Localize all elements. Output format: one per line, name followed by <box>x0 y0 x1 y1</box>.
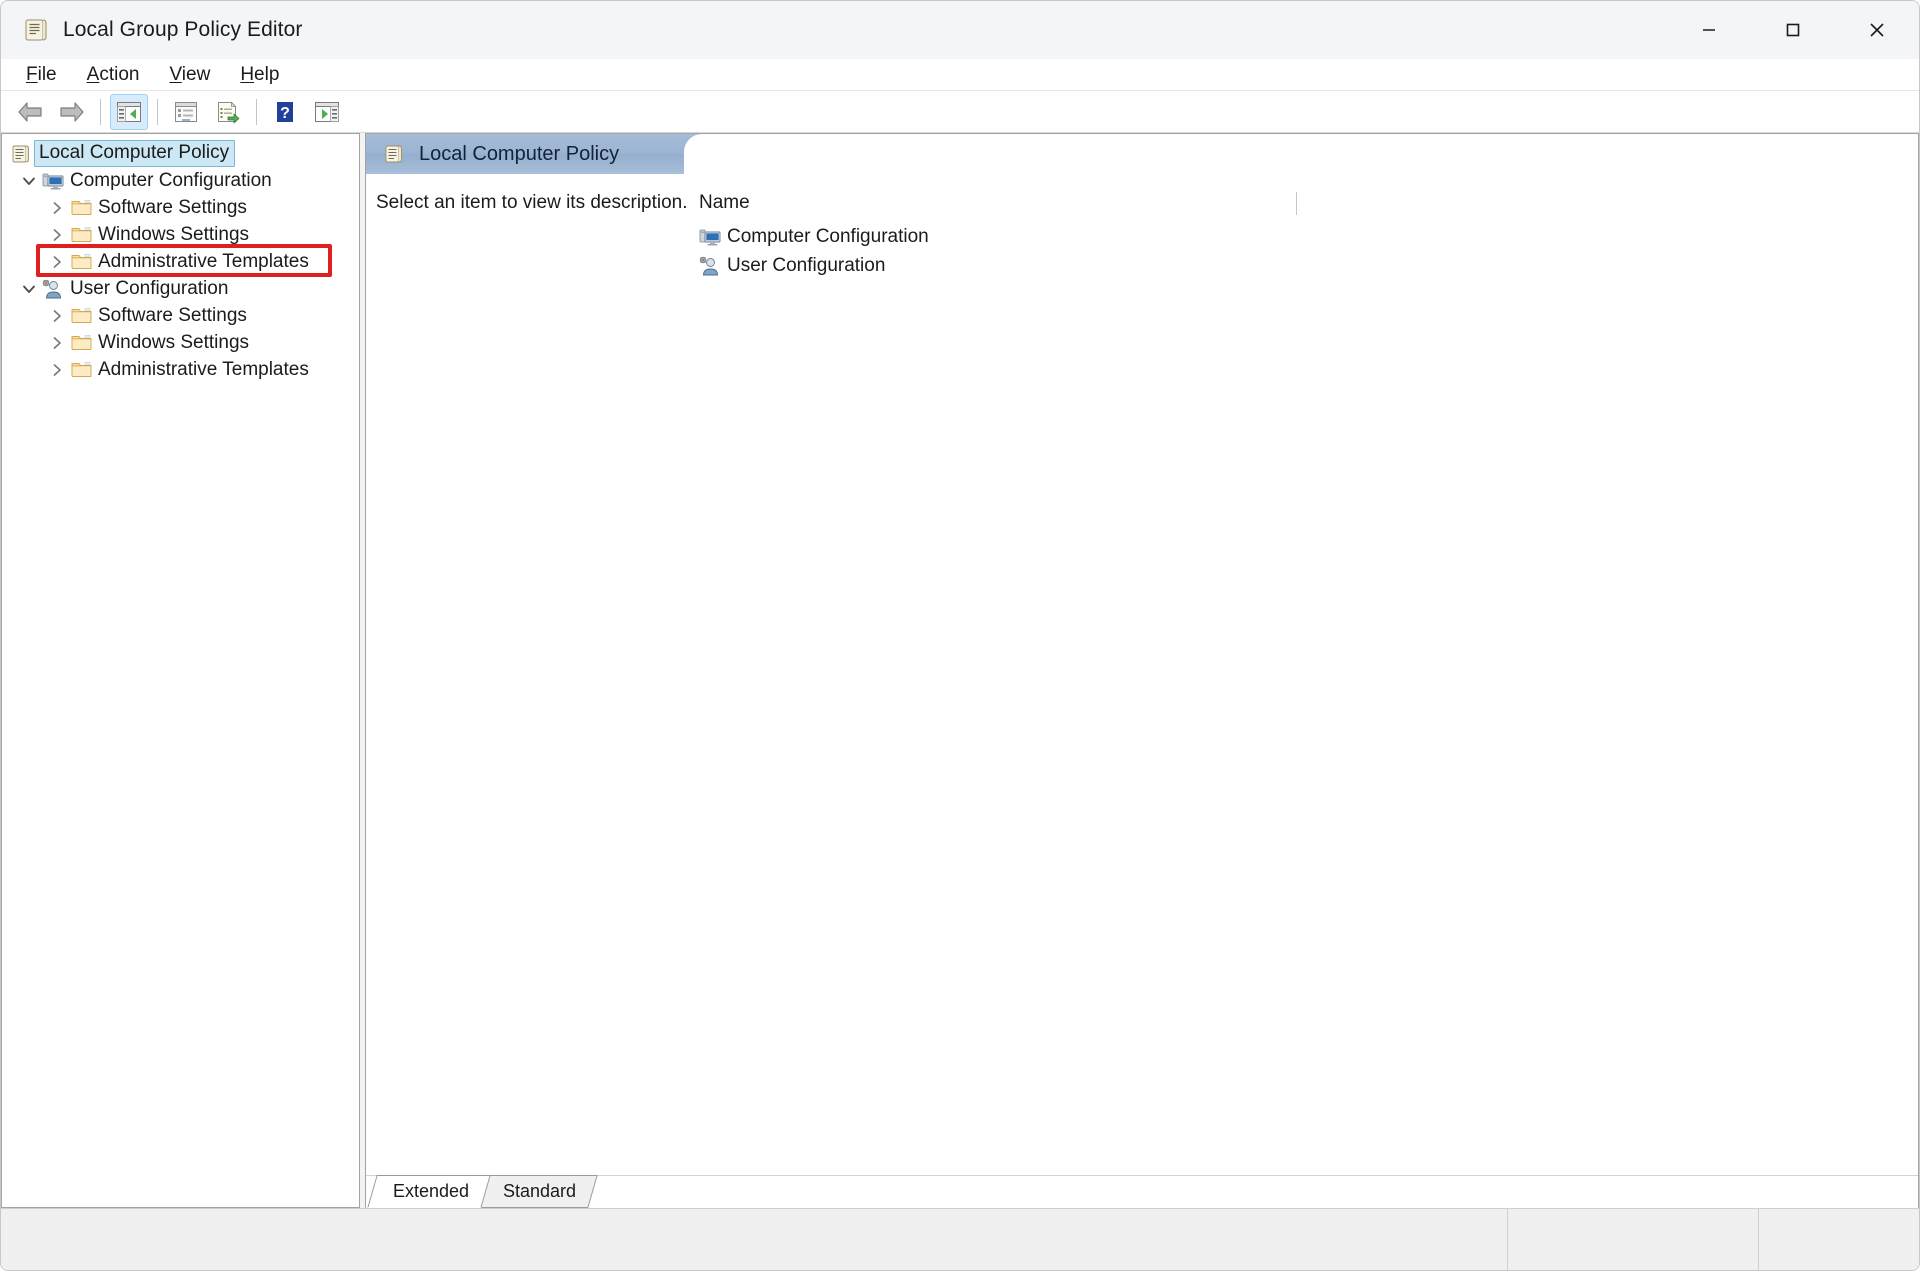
computer-icon <box>699 227 721 247</box>
help-button[interactable]: ? <box>266 94 304 130</box>
chevron-right-icon[interactable] <box>44 227 70 243</box>
status-segment-1 <box>1507 1209 1758 1270</box>
chevron-right-icon[interactable] <box>44 308 70 324</box>
toolbar-separator-3 <box>256 98 257 125</box>
chevron-right-icon[interactable] <box>44 362 70 378</box>
folder-icon <box>70 360 92 380</box>
forward-button[interactable] <box>53 94 91 130</box>
menu-action[interactable]: Action <box>76 62 151 88</box>
chevron-down-icon[interactable] <box>16 281 42 297</box>
status-message <box>1 1209 1507 1270</box>
tab-extended-label: Extended <box>393 1181 470 1201</box>
tree-item-label: Software Settings <box>98 197 247 218</box>
results-pane-title: Local Computer Policy <box>419 142 620 165</box>
tree-item-computer-administrative-templates[interactable]: Administrative Templates <box>2 248 359 275</box>
user-icon <box>42 279 64 299</box>
list-item[interactable]: User Configuration <box>696 251 1918 280</box>
menu-action-rest: ction <box>99 63 140 85</box>
column-header-name[interactable]: Name <box>696 192 750 214</box>
show-action-pane-button[interactable] <box>308 94 346 130</box>
list-column-header-row: Name <box>696 192 1918 222</box>
toolbar-separator-2 <box>157 98 158 125</box>
chevron-down-icon[interactable] <box>16 173 42 189</box>
back-button[interactable] <box>11 94 49 130</box>
policy-scroll-icon <box>10 144 32 164</box>
local-group-policy-editor-window: Local Group Policy Editor File Action Vi… <box>0 0 1920 1271</box>
folder-icon <box>70 225 92 245</box>
menu-action-label: A <box>86 63 100 85</box>
tree-item-computer-software-settings[interactable]: Software Settings <box>2 194 359 221</box>
results-pane: Local Computer Policy Select an item to … <box>365 133 1919 1208</box>
folder-icon <box>70 252 92 272</box>
folder-icon <box>70 333 92 353</box>
window-controls <box>1667 1 1919 59</box>
export-list-button[interactable] <box>209 94 247 130</box>
menu-view-label: V <box>169 63 182 85</box>
tree-item-label: Computer Configuration <box>70 170 272 191</box>
console-tree-pane: Local Computer Policy Computer Configura… <box>1 133 360 1208</box>
description-column: Select an item to view its description. <box>366 174 696 1175</box>
header-notch <box>684 134 1918 174</box>
tree-item-label: Administrative Templates <box>98 359 309 380</box>
svg-text:?: ? <box>280 105 290 122</box>
menu-help[interactable]: Help <box>229 62 290 88</box>
tree-item-user-configuration[interactable]: User Configuration <box>2 275 359 302</box>
menu-file-rest: ile <box>37 63 57 85</box>
toolbar: ? <box>1 91 1919 133</box>
list-item-label: Computer Configuration <box>727 225 929 247</box>
toolbar-separator-1 <box>100 98 101 125</box>
title-bar: Local Group Policy Editor <box>1 1 1919 59</box>
chevron-right-icon[interactable] <box>44 254 70 270</box>
policy-scroll-icon <box>383 143 405 165</box>
folder-icon <box>70 306 92 326</box>
tab-standard[interactable]: Standard <box>477 1175 598 1208</box>
menu-help-rest: elp <box>254 63 280 85</box>
description-text: Select an item to view its description. <box>376 192 688 213</box>
chevron-right-icon[interactable] <box>44 200 70 216</box>
results-pane-header: Local Computer Policy <box>366 134 1918 174</box>
list-item-label: User Configuration <box>727 254 886 276</box>
menu-help-label: H <box>240 63 255 85</box>
close-button[interactable] <box>1835 1 1919 59</box>
results-pane-body: Select an item to view its description. … <box>366 174 1918 1175</box>
menu-file[interactable]: File <box>15 62 68 88</box>
content-area: Local Computer Policy Computer Configura… <box>1 133 1919 1208</box>
menu-file-label: F <box>26 63 38 85</box>
tree-item-user-administrative-templates[interactable]: Administrative Templates <box>2 356 359 383</box>
list-item[interactable]: Computer Configuration <box>696 222 1918 251</box>
tree-item-label: Windows Settings <box>98 332 250 353</box>
tree-item-label: User Configuration <box>70 278 229 299</box>
minimize-button[interactable] <box>1667 1 1751 59</box>
maximize-button[interactable] <box>1751 1 1835 59</box>
policy-scroll-icon <box>23 17 49 43</box>
tree-item-computer-configuration[interactable]: Computer Configuration <box>2 167 359 194</box>
tree-item-user-software-settings[interactable]: Software Settings <box>2 302 359 329</box>
column-resize-handle[interactable] <box>1296 192 1297 215</box>
tree-item-label: Administrative Templates <box>98 251 309 272</box>
menu-view[interactable]: View <box>158 62 221 88</box>
tree-item-computer-windows-settings[interactable]: Windows Settings <box>2 221 359 248</box>
computer-icon <box>42 171 64 191</box>
user-icon <box>699 256 721 276</box>
show-hide-console-tree-button[interactable] <box>110 93 148 130</box>
window-title: Local Group Policy Editor <box>63 18 303 41</box>
items-list: Name Computer Configuration User Configu… <box>696 174 1918 1175</box>
status-segment-2 <box>1758 1209 1919 1270</box>
tree-item-label: Software Settings <box>98 305 247 326</box>
tree-item-label: Local Computer Policy <box>34 140 236 167</box>
tree-item-label: Windows Settings <box>98 224 250 245</box>
menu-view-rest: iew <box>181 63 211 85</box>
tab-extended[interactable]: Extended <box>367 1175 491 1208</box>
tree-item-local-computer-policy[interactable]: Local Computer Policy <box>2 140 359 167</box>
chevron-right-icon[interactable] <box>44 335 70 351</box>
menu-bar: File Action View Help <box>1 59 1919 91</box>
view-tabs: Extended Standard <box>366 1175 1918 1208</box>
status-bar <box>1 1208 1919 1270</box>
tab-standard-label: Standard <box>503 1181 577 1201</box>
properties-button[interactable] <box>167 94 205 130</box>
folder-icon <box>70 198 92 218</box>
tree-item-user-windows-settings[interactable]: Windows Settings <box>2 329 359 356</box>
